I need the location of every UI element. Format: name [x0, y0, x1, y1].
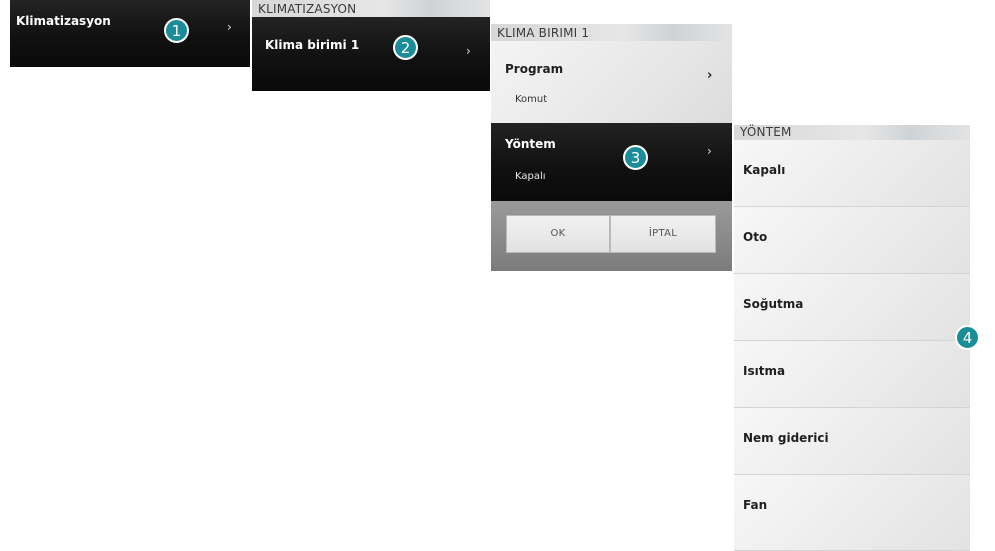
cancel-button[interactable]: İPTAL	[610, 215, 716, 253]
button-bar: OK İPTAL	[491, 201, 732, 271]
option-isitma[interactable]: Isıtma	[734, 341, 970, 408]
panel-klima-birimi: KLIMA BIRIMI 1 Program Komut › Yöntem Ka…	[491, 24, 732, 271]
ok-button[interactable]: OK	[506, 215, 610, 253]
mode-label: Yöntem	[505, 137, 556, 151]
chevron-right-icon: ›	[466, 44, 471, 58]
option-label: Oto	[743, 230, 768, 244]
panel-klimatizasyon: KLIMATIZASYON Klima birimi 1 ›	[252, 0, 490, 91]
panel-yontem: YÖNTEM Kapalı Oto Soğutma Isıtma Nem gid…	[734, 125, 970, 551]
program-row[interactable]: Program Komut ›	[491, 41, 732, 123]
panel-header: KLIMATIZASYON	[252, 0, 490, 17]
program-label: Program	[505, 62, 564, 76]
menu-item-label: Klima birimi 1	[265, 38, 360, 52]
option-oto[interactable]: Oto	[734, 207, 970, 274]
option-label: Kapalı	[743, 163, 786, 177]
program-value: Komut	[515, 94, 548, 105]
option-fan[interactable]: Fan	[734, 475, 970, 551]
option-label: Nem giderici	[743, 431, 829, 445]
option-label: Fan	[743, 498, 768, 512]
mode-value: Kapalı	[515, 171, 546, 182]
option-sogutma[interactable]: Soğutma	[734, 274, 970, 341]
option-nem-giderici[interactable]: Nem giderici	[734, 408, 970, 475]
option-label: Soğutma	[743, 297, 804, 311]
callout-badge-2: 2	[393, 35, 418, 60]
callout-badge-4: 4	[955, 325, 980, 350]
panel-header: KLIMA BIRIMI 1	[491, 24, 732, 41]
chevron-right-icon: ›	[707, 144, 712, 158]
option-label: Isıtma	[743, 364, 786, 378]
menu-item-klima-birimi-1[interactable]: Klima birimi 1 ›	[252, 17, 490, 91]
callout-badge-3: 3	[623, 145, 648, 170]
mode-row[interactable]: Yöntem Kapalı ›	[491, 123, 732, 201]
chevron-right-icon: ›	[227, 20, 232, 34]
menu-item-klimatizasyon[interactable]: Klimatizasyon ›	[10, 0, 250, 67]
callout-badge-1: 1	[164, 18, 189, 43]
menu-item-label: Klimatizasyon	[16, 14, 111, 28]
option-kapali[interactable]: Kapalı	[734, 140, 970, 207]
panel-header: YÖNTEM	[734, 125, 970, 140]
chevron-right-icon: ›	[707, 68, 713, 83]
